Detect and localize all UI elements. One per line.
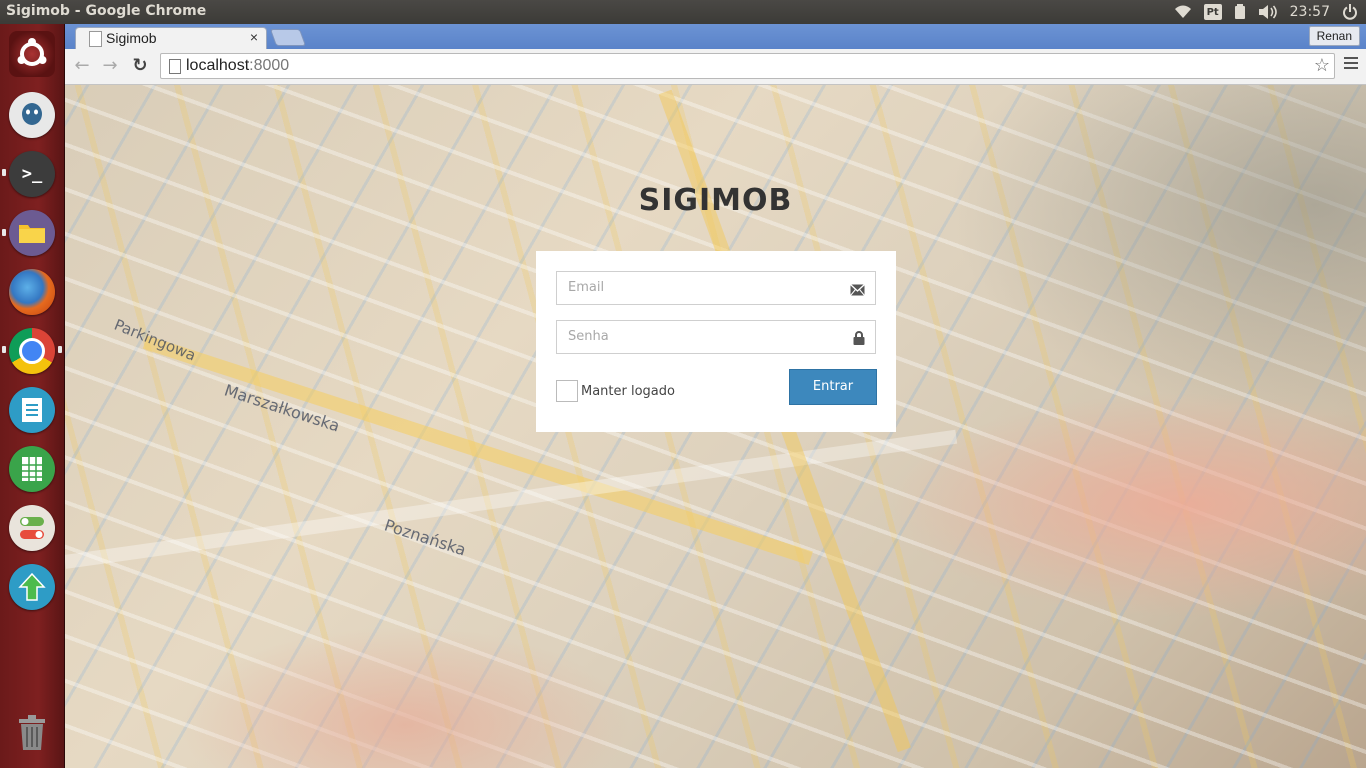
running-indicator [2, 346, 6, 353]
indicator-area: Pt 23:57 [1174, 0, 1358, 24]
page-title: SIGIMOB [638, 183, 793, 218]
login-form: Manter logado Entrar [536, 251, 896, 432]
url-host: localhost [186, 57, 250, 74]
active-indicator [58, 346, 62, 353]
firefox-icon[interactable] [9, 269, 55, 315]
email-input[interactable] [557, 272, 838, 302]
terminal-icon[interactable]: >_ [9, 151, 55, 197]
clock[interactable]: 23:57 [1290, 4, 1330, 20]
remember-checkbox[interactable] [556, 380, 578, 402]
battery-icon[interactable] [1234, 4, 1246, 20]
remember-me[interactable]: Manter logado [556, 380, 675, 402]
running-indicator [2, 169, 6, 176]
chrome-menu-icon[interactable] [1344, 57, 1358, 72]
update-manager-icon[interactable] [9, 564, 55, 610]
files-icon[interactable] [9, 210, 55, 256]
bookmark-star-icon[interactable]: ☆ [1314, 55, 1330, 76]
page-favicon-icon [89, 31, 102, 47]
calc-icon[interactable] [9, 446, 55, 492]
remember-label[interactable]: Manter logado [581, 384, 675, 399]
chrome-icon[interactable] [9, 328, 55, 374]
map-street-decor: Poznańska [382, 515, 469, 560]
reload-icon[interactable]: ↻ [129, 55, 151, 77]
map-street-decor: Parkingowa [111, 315, 199, 365]
login-button[interactable]: Entrar [789, 369, 877, 405]
tab-title: Sigimob [106, 30, 157, 46]
back-arrow-icon[interactable]: ← [71, 55, 93, 77]
page-icon [169, 59, 181, 74]
browser-toolbar: ← → ↻ localhost:8000 ☆ [65, 49, 1366, 85]
lock-icon [853, 330, 865, 349]
pgadmin-icon[interactable] [9, 92, 55, 138]
tab-close-icon[interactable]: × [250, 29, 258, 45]
password-field[interactable] [556, 320, 876, 354]
url-port: :8000 [249, 57, 290, 74]
ubuntu-dash-icon[interactable] [9, 31, 55, 77]
launcher: >_ [0, 24, 65, 768]
tab-sigimob[interactable]: Sigimob × [75, 27, 267, 50]
writer-icon[interactable] [9, 387, 55, 433]
envelope-icon [850, 281, 865, 300]
power-icon[interactable] [1342, 4, 1358, 20]
login-page: Marszałkowska Poznańska Parkingowa SIGIM… [65, 85, 1366, 768]
volume-icon[interactable] [1258, 4, 1278, 20]
url-text: localhost:8000 [186, 57, 289, 75]
running-indicator [2, 229, 6, 236]
tab-strip: Sigimob × Renan [65, 24, 1366, 50]
email-field[interactable] [556, 271, 876, 305]
new-tab-button[interactable] [269, 29, 307, 46]
wifi-icon[interactable] [1174, 4, 1192, 20]
window-title: Sigimob - Google Chrome [6, 3, 207, 19]
password-input[interactable] [557, 321, 838, 351]
address-bar[interactable]: localhost:8000 ☆ [160, 53, 1335, 79]
profile-button[interactable]: Renan [1308, 26, 1360, 46]
top-panel: Sigimob - Google Chrome Pt 23:57 [0, 0, 1366, 24]
settings-toggle-icon[interactable] [9, 505, 55, 551]
trash-icon[interactable] [9, 710, 55, 756]
keyboard-layout-indicator[interactable]: Pt [1203, 4, 1222, 20]
forward-arrow-icon[interactable]: → [99, 55, 121, 77]
